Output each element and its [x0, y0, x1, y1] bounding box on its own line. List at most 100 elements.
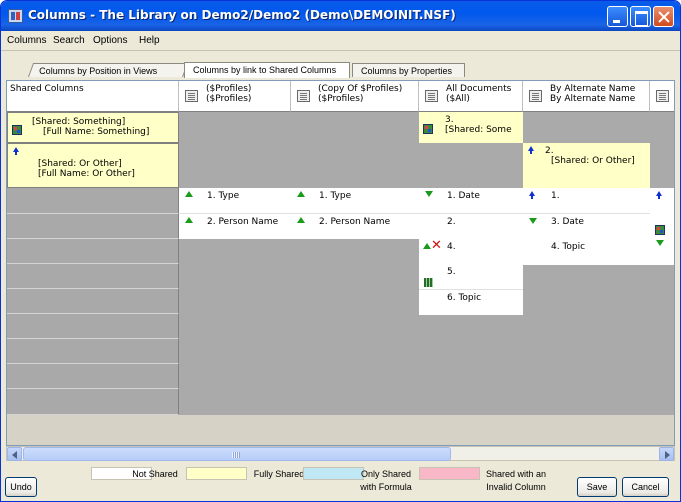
- shared-row-empty[interactable]: [7, 289, 179, 314]
- shared-row-or-other[interactable]: [Shared: Or Other] [Full Name: Or Other]: [7, 143, 179, 188]
- menu-options[interactable]: Options: [93, 35, 127, 46]
- formula-swatch: [303, 467, 364, 480]
- header-line2: ($All): [446, 94, 470, 104]
- tab-columns-by-properties[interactable]: Columns by Properties: [352, 63, 465, 77]
- sort-down-icon: [656, 240, 664, 246]
- arrow-up-icon: [529, 191, 535, 199]
- cell-text: 4. Topic: [551, 242, 586, 252]
- header-next-column[interactable]: [650, 81, 674, 112]
- cancel-button[interactable]: Cancel: [622, 477, 669, 497]
- legend-only-shared-formula: Only Shared with Formula: [356, 468, 416, 494]
- sort-down-icon: [529, 218, 537, 224]
- cell-profiles-person-name[interactable]: 2. Person Name: [179, 214, 291, 239]
- tab-label: Columns by Position in Views: [39, 66, 158, 76]
- shared-row-empty[interactable]: [7, 389, 179, 415]
- header-copy-of-profiles[interactable]: (Copy Of $Profiles) ($Profiles): [291, 81, 419, 112]
- cell-alternate-name-rows[interactable]: 3. Date 4. Topic: [523, 214, 650, 265]
- cell-text: 3. Date: [551, 217, 584, 227]
- header-all-documents[interactable]: All Documents ($All): [419, 81, 523, 112]
- cell-text: 4.: [447, 242, 456, 252]
- sort-up-icon: [297, 191, 305, 197]
- maximize-button[interactable]: [630, 6, 651, 27]
- cell-text: 2. Person Name: [207, 217, 279, 227]
- columns-window: Columns - The Library on Demo2/Demo2 (De…: [0, 0, 681, 502]
- sort-up-icon: [297, 217, 305, 223]
- app-icon: [8, 9, 23, 23]
- cell-text: [Shared: Some: [445, 125, 512, 135]
- cell-copy-profiles-person-name[interactable]: 2. Person Name: [291, 214, 419, 239]
- cell-number: 2.: [545, 146, 554, 156]
- cell-number: 3.: [445, 115, 454, 125]
- cell-copy-profiles-type[interactable]: 1. Type: [291, 188, 419, 214]
- horizontal-scrollbar[interactable]: [6, 446, 675, 461]
- tab-columns-by-link[interactable]: Columns by link to Shared Columns: [184, 62, 350, 78]
- view-icon: [185, 90, 198, 102]
- view-icon: [425, 90, 438, 102]
- shared-row-something[interactable]: [Shared: Something] [Full Name: Somethin…: [7, 112, 179, 143]
- cell-all-documents-shared[interactable]: 3. [Shared: Some: [419, 112, 523, 143]
- menu-help[interactable]: Help: [139, 35, 160, 46]
- menu-search[interactable]: Search: [53, 35, 85, 46]
- scroll-thumb[interactable]: [23, 447, 451, 461]
- sort-down-icon: [425, 191, 433, 197]
- shared-row-empty[interactable]: [7, 188, 179, 214]
- scroll-left-button[interactable]: [7, 447, 22, 461]
- shared-name: [Shared: Something]: [32, 117, 126, 127]
- cell-all-documents-date[interactable]: 1. Date: [419, 188, 523, 214]
- cell-text: 2.: [447, 217, 456, 227]
- header-shared-columns[interactable]: Shared Columns: [7, 81, 179, 112]
- cell-alternate-name-shared[interactable]: 2. [Shared: Or Other]: [523, 143, 650, 188]
- cell-text: 6. Topic: [447, 293, 482, 303]
- scroll-right-button[interactable]: [659, 447, 674, 461]
- sort-up-icon: [423, 243, 431, 249]
- legend-fully-shared: Fully Shared: [253, 469, 305, 479]
- cell-profiles-type[interactable]: 1. Type: [179, 188, 291, 214]
- title-bar[interactable]: Columns - The Library on Demo2/Demo2 (De…: [1, 1, 680, 31]
- cell-next-column[interactable]: [650, 188, 674, 265]
- table-icon: [424, 278, 433, 287]
- undo-button[interactable]: Undo: [5, 477, 37, 497]
- cell-text: 1. Type: [319, 191, 352, 201]
- fully-shared-swatch: [186, 467, 247, 480]
- menu-bar: Columns Search Options Help: [1, 31, 680, 51]
- shared-row-empty[interactable]: [7, 239, 179, 264]
- legend-line1: Only Shared: [360, 469, 412, 479]
- header-profiles[interactable]: ($Profiles) ($Profiles): [179, 81, 291, 112]
- shared-row-empty[interactable]: [7, 364, 179, 389]
- shared-name: [Shared: Or Other]: [38, 159, 122, 169]
- window-title: Columns - The Library on Demo2/Demo2 (De…: [28, 8, 456, 22]
- header-line2: ($Profiles): [206, 94, 252, 104]
- legend-line2: with Formula: [360, 482, 412, 492]
- arrow-up-icon: [528, 146, 534, 154]
- legend-line1: Shared with an: [485, 469, 547, 479]
- shared-column-icon: [655, 225, 665, 235]
- header-line1: By Alternate Name: [550, 84, 636, 94]
- cell-alternate-name-1[interactable]: 1.: [523, 188, 650, 214]
- shared-column-icon: [423, 124, 433, 134]
- header-line2: By Alternate Name: [550, 94, 636, 104]
- shared-row-empty[interactable]: [7, 339, 179, 364]
- save-button[interactable]: Save: [577, 477, 617, 497]
- cell-all-documents-rows[interactable]: 2. ✕ 4.: [419, 214, 523, 265]
- arrow-up-icon: [656, 191, 662, 199]
- cell-all-documents-5[interactable]: 5.: [419, 265, 523, 290]
- view-icon: [297, 90, 310, 102]
- cell-text: 1. Date: [447, 191, 480, 201]
- full-name: [Full Name: Something]: [43, 127, 150, 137]
- grid-empty-area: [7, 415, 674, 445]
- header-label: Shared Columns: [10, 84, 84, 94]
- header-line2: ($Profiles): [318, 94, 364, 104]
- menu-columns[interactable]: Columns: [7, 35, 46, 46]
- close-button[interactable]: [653, 6, 674, 27]
- sort-up-icon: [185, 191, 193, 197]
- shared-row-empty[interactable]: [7, 314, 179, 339]
- minimize-button[interactable]: [607, 6, 628, 27]
- header-line1: (Copy Of $Profiles): [318, 84, 403, 94]
- tab-columns-by-position[interactable]: Columns by Position in Views: [28, 63, 189, 77]
- header-by-alternate-name[interactable]: By Alternate Name By Alternate Name: [523, 81, 650, 112]
- columns-grid: Shared Columns ($Profiles) ($Profiles) (C…: [6, 80, 675, 446]
- cell-all-documents-topic[interactable]: 6. Topic: [419, 290, 523, 315]
- shared-row-empty[interactable]: [7, 214, 179, 239]
- shared-row-empty[interactable]: [7, 264, 179, 289]
- full-name: [Full Name: Or Other]: [38, 169, 135, 179]
